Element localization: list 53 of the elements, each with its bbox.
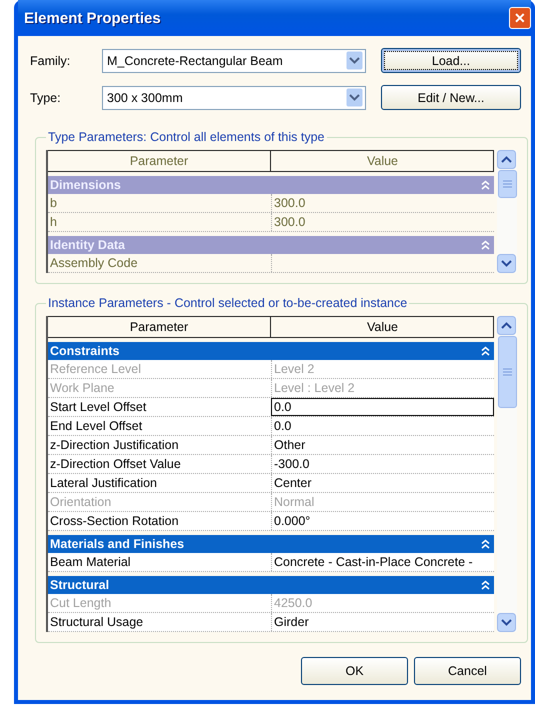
parameter-name: Cut Length: [49, 595, 112, 612]
dropdown-field[interactable]: 300 x 300mm: [102, 86, 366, 110]
window-title: Element Properties: [24, 10, 161, 26]
parameter-name: Reference Level: [49, 361, 142, 378]
parameter-name: z-Direction Justification: [49, 437, 180, 454]
collapse-icon: [481, 580, 490, 590]
parameter-name: Assembly Code: [49, 255, 139, 272]
parameter-value[interactable]: Girder: [271, 613, 494, 631]
parameter-value[interactable]: Center: [271, 474, 494, 492]
parameter-name: Cross-Section Rotation: [49, 513, 180, 530]
grip-icon: [503, 368, 512, 376]
category-header[interactable]: Structural: [48, 576, 494, 594]
field-label: Type:: [30, 90, 62, 104]
parameter-name: h: [49, 214, 58, 231]
field-label: Family:: [30, 54, 72, 68]
scroll-down-button[interactable]: [497, 613, 516, 632]
column-header[interactable]: Parameter: [48, 317, 271, 337]
collapse-icon: [481, 240, 490, 250]
scroll-down-button[interactable]: [497, 254, 516, 273]
parameter-name: Beam Material: [49, 554, 132, 571]
parameter-value[interactable]: Concrete - Cast-in-Place Concrete -: [271, 553, 494, 571]
parameter-name: Structural Usage: [49, 614, 144, 631]
parameter-name: Lateral Justification: [49, 475, 158, 492]
close-button[interactable]: ✕: [509, 7, 531, 29]
dialog-button[interactable]: Edit / New...: [381, 85, 521, 110]
parameter-value[interactable]: 0.000°: [271, 512, 494, 530]
parameter-name: Orientation: [49, 494, 112, 511]
ok-button[interactable]: OK: [301, 657, 408, 685]
parameter-value[interactable]: 0.0: [271, 417, 494, 435]
parameter-name: z-Direction Offset Value: [49, 456, 182, 473]
category-header[interactable]: Constraints: [48, 342, 494, 360]
scrollbar[interactable]: [497, 316, 517, 632]
scroll-up-button[interactable]: [497, 150, 516, 169]
parameter-value[interactable]: 0.0: [271, 398, 494, 416]
parameter-value[interactable]: -300.0: [271, 455, 494, 473]
dropdown-field[interactable]: M_Concrete-Rectangular Beam: [102, 48, 366, 72]
parameter-name: End Level Offset: [49, 418, 144, 435]
group-title: Instance Parameters - Control selected or to-be-created instance: [47, 296, 408, 310]
scroll-up-button[interactable]: [497, 316, 516, 335]
parameter-name: Start Level Offset: [49, 399, 148, 416]
collapse-icon: [481, 180, 490, 190]
collapse-icon: [481, 346, 490, 356]
parameter-name: b: [49, 195, 58, 212]
grip-icon: [503, 180, 512, 188]
parameter-value[interactable]: Other: [271, 436, 494, 454]
parameter-name: Work Plane: [49, 380, 116, 397]
cancel-button[interactable]: Cancel: [414, 657, 521, 685]
collapse-icon: [481, 539, 490, 549]
column-header[interactable]: Value: [271, 317, 494, 337]
category-header[interactable]: Materials and Finishes: [48, 535, 494, 553]
group-title: Type Parameters: Control all elements of this type: [47, 130, 326, 144]
scrollbar[interactable]: [497, 150, 517, 273]
dialog-button[interactable]: Load...: [381, 48, 521, 73]
